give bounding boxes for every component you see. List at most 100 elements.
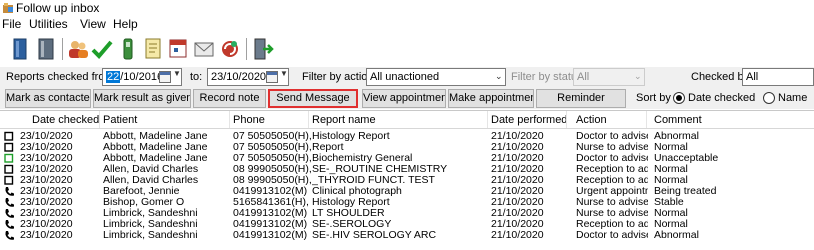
cell-report-name: SE-.SEROLOGY: [312, 219, 392, 230]
filter-bar: Reports checked from: 22/10/2016 ▼ to: 2…: [0, 67, 814, 88]
table-row[interactable]: 23/10/2020 Abbott, Madeline Jane 07 505050…: [0, 131, 814, 142]
binder-icon[interactable]: [8, 36, 32, 62]
cell-patient: Abbott, Madeline Jane: [103, 131, 208, 142]
binder-open-icon[interactable]: [34, 36, 58, 62]
reminder-button[interactable]: Reminder: [536, 89, 626, 108]
cell-date-performed: 21/10/2020: [491, 153, 544, 164]
app-icon: [3, 3, 13, 13]
column-header-phone[interactable]: Phone: [233, 114, 265, 126]
checkbox-icon: [4, 164, 14, 174]
calendar-icon[interactable]: [166, 36, 190, 62]
cell-comment: Abnormal: [654, 230, 699, 241]
notepad-icon[interactable]: [141, 36, 165, 62]
checkmark-icon[interactable]: [90, 36, 114, 62]
cell-comment: Normal: [654, 142, 688, 153]
cell-date-performed: 21/10/2020: [491, 186, 544, 197]
phone-handset-icon: [5, 187, 14, 196]
phone-handset-icon: [5, 209, 14, 218]
cell-date-performed: 21/10/2020: [491, 131, 544, 142]
cell-patient: Abbott, Madeline Jane: [103, 153, 208, 164]
sort-name-radio[interactable]: [763, 92, 775, 104]
table-row[interactable]: 23/10/2020 Abbott, Madeline Jane 07 505050…: [0, 153, 814, 164]
checked-by-select[interactable]: All: [742, 68, 814, 86]
column-header-patient[interactable]: Patient: [103, 114, 137, 126]
calendar-dropdown-icon[interactable]: [266, 71, 278, 83]
column-divider: [566, 111, 567, 128]
reports-checked-from-label: Reports checked from:: [6, 71, 117, 83]
cell-phone: 08 99905050(H), 0419913102(M): [233, 164, 311, 175]
cell-date-performed: 21/10/2020: [491, 164, 544, 175]
cell-report-name: LT SHOULDER: [312, 208, 385, 219]
phone-icon[interactable]: [116, 36, 140, 62]
toolbar-separator: [246, 38, 247, 60]
cell-action: Doctor to advise: [576, 230, 648, 241]
make-appointment-button[interactable]: Make appointment: [448, 89, 534, 108]
phone-handset-icon: [5, 198, 14, 207]
exit-door-icon[interactable]: [250, 36, 274, 62]
cell-date-performed: 21/10/2020: [491, 142, 544, 153]
cell-date-checked: 23/10/2020: [20, 219, 73, 230]
menu-help[interactable]: Help: [113, 17, 138, 31]
table-row[interactable]: 23/10/2020 Allen, David Charles 08 9990505…: [0, 175, 814, 186]
cell-date-checked: 23/10/2020: [20, 230, 73, 241]
cell-action: Doctor to advise: [576, 131, 648, 142]
checkbox-icon: [4, 131, 14, 141]
calendar-dropdown-icon[interactable]: [159, 71, 171, 83]
cell-comment: Stable: [654, 197, 684, 208]
table-row[interactable]: 23/10/2020 Barefoot, Jennie 0419913102(M) C…: [0, 186, 814, 197]
date-to-picker[interactable]: 23/10/2020 ▼: [207, 68, 289, 86]
cell-date-performed: 21/10/2020: [491, 208, 544, 219]
column-header-action[interactable]: Action: [576, 114, 607, 126]
sort-name-label: Name: [778, 92, 808, 104]
column-header-comment[interactable]: Comment: [654, 114, 702, 126]
cell-phone: 08 99905050(H), 0419913102(M): [233, 175, 311, 186]
table-row[interactable]: 23/10/2020 Abbott, Madeline Jane 07 505050…: [0, 142, 814, 153]
mark-contacted-button[interactable]: Mark as contacted: [5, 89, 91, 108]
cell-action: Nurse to advise: [576, 142, 648, 153]
table-row[interactable]: 23/10/2020 Limbrick, Sandeshni 0419913102(…: [0, 219, 814, 230]
date-from-picker[interactable]: 22/10/2016 ▼: [102, 68, 182, 86]
cell-report-name: Histology Report: [312, 197, 390, 208]
cell-date-performed: 21/10/2020: [491, 175, 544, 186]
cell-report-name: SE-_ROUTINE CHEMISTRY: [312, 164, 448, 175]
menu-file[interactable]: File: [2, 17, 21, 31]
table-row[interactable]: 23/10/2020 Bishop, Gomer O 5165841361(H), …: [0, 197, 814, 208]
cell-report-name: Report: [312, 142, 344, 153]
users-icon[interactable]: [66, 36, 90, 62]
menu-view[interactable]: View: [80, 17, 106, 31]
cell-comment: Unacceptable: [654, 153, 719, 164]
column-header-date-performed[interactable]: Date performed: [491, 114, 567, 126]
table-row[interactable]: 23/10/2020 Limbrick, Sandeshni 0419913102(…: [0, 230, 814, 241]
cell-patient: Allen, David Charles: [103, 175, 199, 186]
column-header-report-name[interactable]: Report name: [312, 114, 376, 126]
cell-report-name: Histology Report: [312, 131, 390, 142]
date-to-value: 23/10/2020: [211, 71, 267, 83]
menu-utilities[interactable]: Utilities: [29, 17, 68, 31]
record-note-button[interactable]: Record note: [193, 89, 266, 108]
date-from-rest: /10/2016: [120, 71, 164, 83]
send-message-button[interactable]: Send Message: [268, 89, 358, 108]
table-row[interactable]: 23/10/2020 Limbrick, Sandeshni 0419913102(…: [0, 208, 814, 219]
cell-date-performed: 21/10/2020: [491, 197, 544, 208]
table-row[interactable]: 23/10/2020 Allen, David Charles 08 9990505…: [0, 164, 814, 175]
cell-report-name: Biochemistry General: [312, 153, 413, 164]
cell-date-checked: 23/10/2020: [20, 164, 73, 175]
action-filter-select[interactable]: All unactioned ⌄: [366, 68, 506, 86]
cell-action: Reception to advise: [576, 175, 648, 186]
sort-date-checked-radio[interactable]: [673, 92, 685, 104]
action-filter-value: All unactioned: [370, 71, 440, 83]
mark-result-given-button[interactable]: Mark result as given: [93, 89, 191, 108]
view-appointments-button[interactable]: View appointments: [362, 89, 446, 108]
cell-patient: Allen, David Charles: [103, 164, 199, 175]
cell-phone: 07 50505050(H), 0419913102(M): [233, 142, 311, 153]
column-header-date-checked[interactable]: Date checked: [32, 114, 99, 126]
envelope-icon[interactable]: [192, 36, 216, 62]
refresh-icon[interactable]: [218, 36, 242, 62]
action-bar: Mark as contacted Mark result as given R…: [0, 88, 814, 109]
column-divider: [229, 111, 230, 128]
cell-date-checked: 23/10/2020: [20, 153, 73, 164]
cell-date-checked: 23/10/2020: [20, 175, 73, 186]
status-filter-select[interactable]: All ⌄: [573, 68, 645, 86]
cell-date-checked: 23/10/2020: [20, 208, 73, 219]
cell-comment: Normal: [654, 175, 688, 186]
